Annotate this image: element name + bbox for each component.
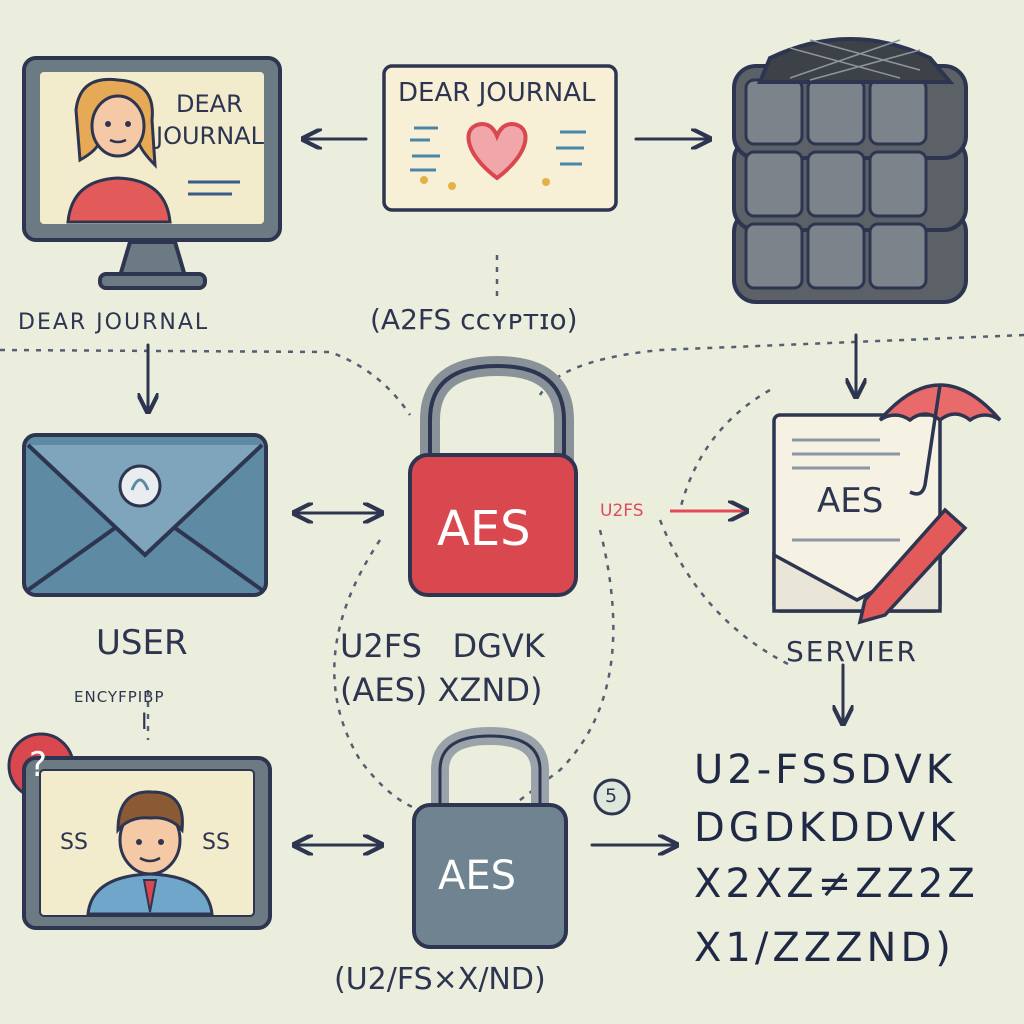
- gray-lock-label: AES: [438, 853, 517, 899]
- caption-a2fs-encryption: (A2FS ᴄᴄʏᴘᴛɪᴏ): [370, 303, 578, 336]
- cipher-caption-line1: U2FS DGVK: [340, 627, 545, 665]
- gray-aes-lock: [412, 726, 568, 949]
- caption-dear-journal: DEAR JOURNAL: [18, 310, 210, 335]
- gray-lock-caption: (U2/FS×X/ND): [334, 962, 546, 997]
- encrypt-label: ENCYFPIBP: [74, 688, 165, 706]
- monitor-text-dear: DEAR: [176, 90, 243, 118]
- red-lock-label: AES: [437, 501, 531, 557]
- ciphertext-line-1: U2-FSSDVK: [694, 747, 956, 793]
- monitor-left-text: SS: [60, 830, 88, 855]
- user-label: USER: [96, 623, 188, 663]
- arrow-tag: U2FS: [600, 501, 644, 521]
- envelope-icon: [22, 433, 268, 597]
- encryption-diagram: DEAR JOURNAL DEAR JOURNAL DEAR JOURNAL (…: [0, 0, 1024, 1024]
- step-badge-number: 5: [605, 785, 618, 807]
- monitor-right-text: SS: [202, 830, 230, 855]
- cipher-caption-line2: (AES) XZND): [340, 671, 543, 709]
- aes-document-icon: [772, 383, 1002, 625]
- red-aes-lock: [408, 355, 578, 597]
- monitor-text-journal: JOURNAL: [156, 122, 264, 150]
- server-stack-icon: [732, 37, 968, 304]
- ciphertext-line-2: DGDKDDVK: [694, 805, 960, 851]
- ciphertext-line-3: X2XZ≠ZZ2Z: [694, 861, 979, 907]
- server-label: SERVIER: [786, 635, 918, 668]
- ciphertext-line-4: X1/ZZZND): [694, 925, 955, 971]
- encrypt-mark: I: [141, 710, 148, 735]
- server-doc-label: AES: [817, 481, 884, 521]
- note-title: DEAR JOURNAL: [398, 78, 596, 108]
- question-mark: ?: [29, 745, 48, 785]
